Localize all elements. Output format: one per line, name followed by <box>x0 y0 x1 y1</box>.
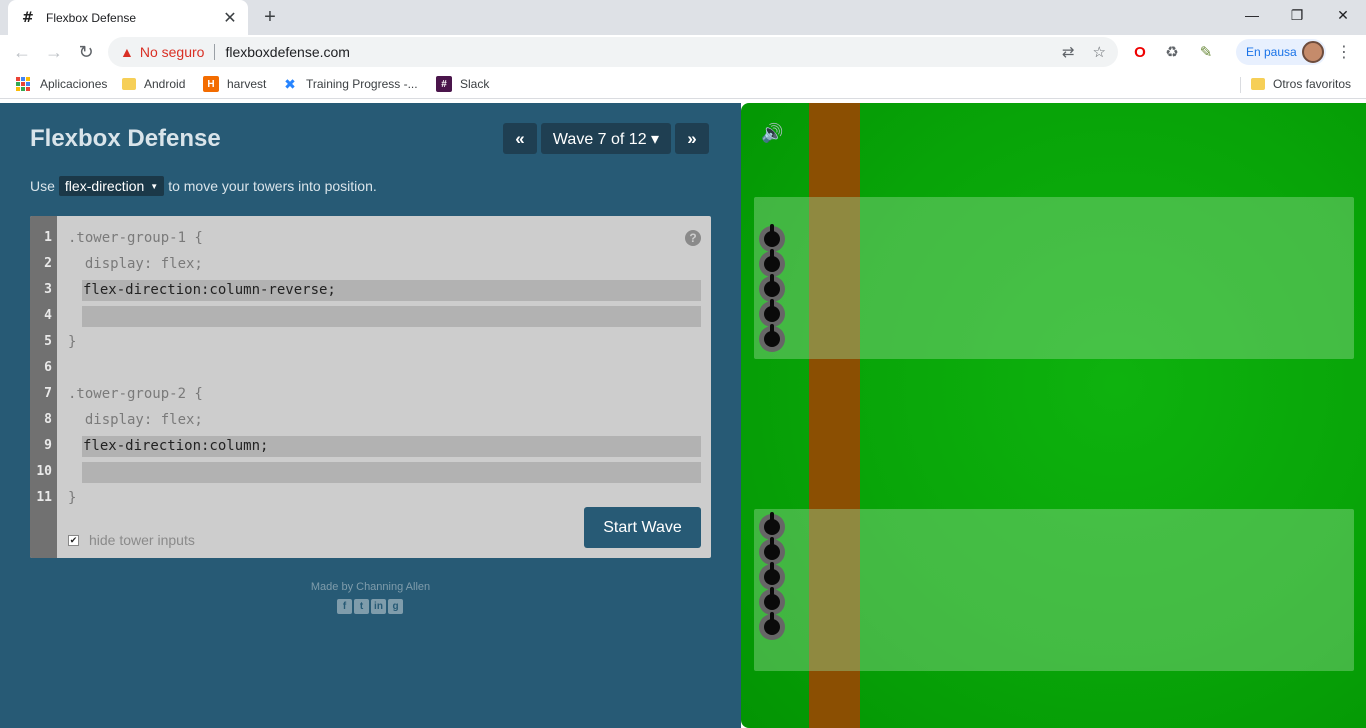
back-button[interactable]: ← <box>9 39 35 65</box>
social-links: f t in g <box>337 599 403 614</box>
site-favicon-icon: # <box>22 9 34 26</box>
github-icon[interactable]: g <box>388 599 403 614</box>
line-number: 7 <box>44 386 52 401</box>
bookmark-label: harvest <box>227 77 267 91</box>
bookmark-training-progress[interactable]: ✖ Training Progress -... <box>282 75 418 93</box>
twitter-icon[interactable]: t <box>354 599 369 614</box>
translate-icon[interactable]: ⇄ <box>1062 43 1075 61</box>
bookmark-label: Otros favoritos <box>1273 77 1352 91</box>
credit-text: Made by Channing Allen <box>310 581 431 593</box>
tab-flexbox-defense[interactable]: # Flexbox Defense ✕ <box>8 0 248 35</box>
line-number: 2 <box>44 256 52 271</box>
avatar <box>1302 41 1324 63</box>
close-window-button[interactable]: ✕ <box>1320 0 1366 30</box>
line-number: 3 <box>44 282 52 297</box>
address-bar[interactable]: ▲ No seguro flexboxdefense.com ⇄ ☆ <box>108 37 1118 67</box>
bookmark-android[interactable]: Android <box>122 75 185 93</box>
bookmarks-bar: Aplicaciones Android H harvest ✖ Trainin… <box>0 69 1366 99</box>
code-line: display: flex; <box>68 256 203 272</box>
tower-icon <box>759 324 785 352</box>
bookmark-other-favorites[interactable]: Otros favoritos <box>1251 75 1351 93</box>
caret-down-icon: ▼ <box>150 181 159 191</box>
game-board: 🔊 <box>741 103 1366 728</box>
bookmark-label: Aplicaciones <box>40 77 108 91</box>
security-label[interactable]: No seguro <box>140 44 205 60</box>
property-name: flex-direction <box>64 178 145 194</box>
help-icon[interactable]: ? <box>685 230 701 246</box>
line-number: 5 <box>44 334 52 349</box>
line-number: 1 <box>44 230 52 245</box>
tower-group-1-input-1[interactable] <box>82 280 701 301</box>
next-wave-button[interactable]: » <box>675 123 709 154</box>
line-number: 9 <box>44 438 52 453</box>
instructions-panel: Flexbox Defense « Wave 7 of 12 ▾ » Use f… <box>0 103 741 728</box>
warning-icon[interactable]: ▲ <box>120 44 134 60</box>
line-number: 10 <box>36 464 52 479</box>
harvest-icon: H <box>203 76 219 92</box>
tab-strip: # Flexbox Defense ✕ + — ❐ ✕ <box>0 0 1366 35</box>
instructions-text: Use flex-direction ▼ to move your towers… <box>30 176 377 196</box>
tab-title: Flexbox Defense <box>46 10 137 25</box>
profile-status: En pausa <box>1246 45 1297 59</box>
hide-inputs-checkbox[interactable]: ✔ <box>68 534 79 546</box>
previous-wave-button[interactable]: « <box>503 123 537 154</box>
css-editor: 1 2 3 4 5 6 7 8 9 10 11 .tower-group-1 {… <box>30 216 711 558</box>
browser-toolbar: ← → ↻ ▲ No seguro flexboxdefense.com ⇄ ☆… <box>0 35 1366 69</box>
folder-icon <box>122 78 136 90</box>
code-line: display: flex; <box>68 412 203 428</box>
opera-extension-icon[interactable]: O <box>1130 43 1150 63</box>
wave-select-dropdown[interactable]: Wave 7 of 12 ▾ <box>541 123 671 154</box>
forward-button[interactable]: → <box>41 39 67 65</box>
code-line: } <box>68 490 77 506</box>
bookmark-label: Android <box>144 77 186 91</box>
line-number: 8 <box>44 412 52 427</box>
line-number: 6 <box>44 360 52 375</box>
apps-grid-icon <box>16 77 30 91</box>
instructions-suffix: to move your towers into position. <box>168 178 377 194</box>
omnibox-divider <box>214 44 216 60</box>
profile-button[interactable]: En pausa <box>1236 39 1326 65</box>
new-tab-button[interactable]: + <box>258 5 282 29</box>
bookmark-label: Training Progress -... <box>306 77 418 91</box>
bookmark-harvest[interactable]: H harvest <box>203 75 266 93</box>
bookmark-label: Slack <box>460 77 490 91</box>
tab-close-icon[interactable]: ✕ <box>222 8 238 28</box>
property-dropdown[interactable]: flex-direction ▼ <box>58 176 165 196</box>
bookmarks-divider <box>1240 77 1241 93</box>
hide-inputs-label: hide tower inputs <box>89 532 195 548</box>
code-line: .tower-group-2 { <box>68 386 203 402</box>
code-line: } <box>68 334 77 350</box>
recycle-extension-icon[interactable]: ♻ <box>1162 43 1182 63</box>
bookmark-star-icon[interactable]: ☆ <box>1093 43 1106 61</box>
facebook-icon[interactable]: f <box>337 599 352 614</box>
line-number: 4 <box>44 308 52 323</box>
tower-group-1 <box>754 197 1354 359</box>
code-line: .tower-group-1 { <box>68 230 203 246</box>
minimize-button[interactable]: — <box>1229 0 1275 30</box>
line-number: 11 <box>36 490 52 505</box>
wave-navigation: « Wave 7 of 12 ▾ » <box>503 123 709 154</box>
start-wave-button[interactable]: Start Wave <box>584 507 701 548</box>
tower-group-2-input-1[interactable] <box>82 436 701 457</box>
folder-icon <box>1251 78 1265 90</box>
tower-group-2 <box>754 509 1354 671</box>
sound-icon[interactable]: 🔊 <box>761 123 783 144</box>
browser-menu-icon[interactable]: ⋮ <box>1336 43 1352 63</box>
bookmark-apps[interactable]: Aplicaciones <box>16 75 107 93</box>
hide-tower-inputs-toggle[interactable]: ✔ hide tower inputs <box>68 532 195 548</box>
tower-icon <box>759 612 785 640</box>
instructions-prefix: Use <box>30 178 55 194</box>
slack-icon: # <box>436 76 452 92</box>
tower-group-1-input-2[interactable] <box>82 306 701 327</box>
eyedropper-extension-icon[interactable]: ✎ <box>1196 43 1216 63</box>
confluence-icon: ✖ <box>284 75 296 92</box>
reload-button[interactable]: ↻ <box>73 39 99 65</box>
page-title: Flexbox Defense <box>30 125 221 152</box>
url-text[interactable]: flexboxdefense.com <box>225 44 1044 60</box>
restore-button[interactable]: ❐ <box>1274 0 1320 30</box>
tower-group-2-input-2[interactable] <box>82 462 701 483</box>
linkedin-icon[interactable]: in <box>371 599 386 614</box>
bookmark-slack[interactable]: # Slack <box>436 75 489 93</box>
